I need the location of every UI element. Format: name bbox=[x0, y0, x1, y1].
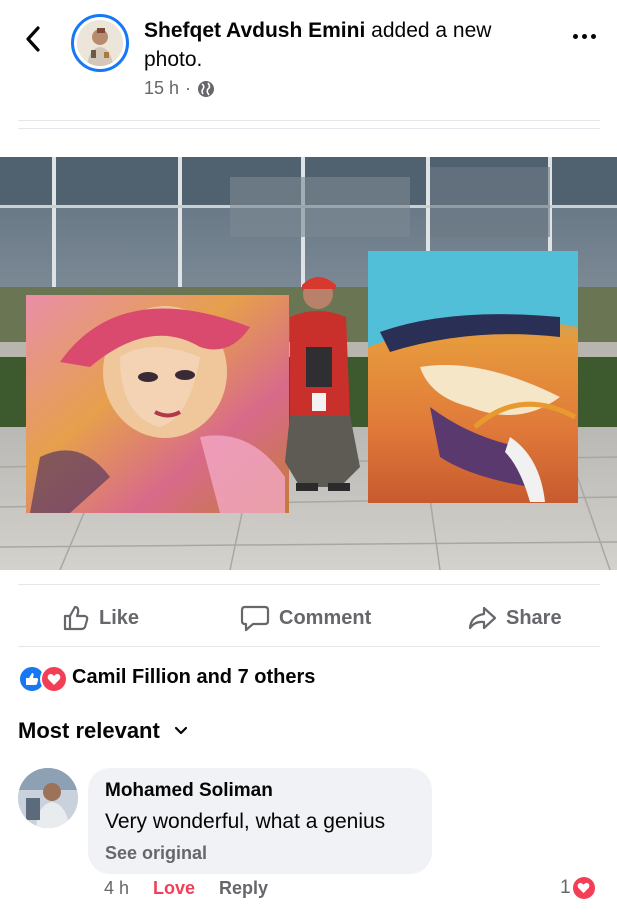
comment-bubble: Mohamed Soliman Very wonderful, what a g… bbox=[88, 768, 432, 874]
comment-love-button[interactable]: Love bbox=[153, 878, 195, 899]
comment-actions: 4 h Love Reply bbox=[104, 878, 268, 899]
speech-bubble-icon bbox=[240, 605, 270, 632]
meta-separator: · bbox=[185, 78, 192, 98]
reactions-text: Camil Fillion and 7 others bbox=[72, 665, 316, 688]
chevron-down-icon bbox=[174, 726, 187, 735]
comment-button[interactable]: Comment bbox=[240, 598, 371, 638]
dot-icon bbox=[572, 33, 578, 39]
comment-text: Very wonderful, what a genius bbox=[105, 810, 386, 833]
dot-icon bbox=[590, 33, 596, 39]
divider bbox=[18, 584, 600, 585]
globe-icon bbox=[198, 80, 215, 97]
divider bbox=[18, 128, 600, 129]
comment-reaction-count[interactable]: 1 bbox=[560, 877, 595, 899]
comment-label: Comment bbox=[279, 606, 372, 629]
post-time[interactable]: 15 h bbox=[144, 78, 179, 99]
comment-time[interactable]: 4 h bbox=[104, 878, 129, 899]
divider bbox=[18, 120, 600, 121]
sort-label: Most relevant bbox=[18, 718, 160, 743]
post-header-text: Shefqet Avdush Emini added a new photo. bbox=[144, 16, 544, 74]
avatar-image bbox=[18, 768, 78, 828]
post-meta: 15 h · bbox=[144, 78, 215, 99]
commenter-name[interactable]: Mohamed Soliman bbox=[105, 778, 415, 804]
author-name[interactable]: Shefqet Avdush Emini bbox=[144, 19, 365, 42]
chevron-left-icon bbox=[26, 26, 40, 52]
post-photo[interactable] bbox=[0, 157, 617, 570]
thumbs-up-icon bbox=[63, 605, 89, 631]
share-button[interactable]: Share bbox=[467, 598, 562, 638]
commenter-avatar[interactable] bbox=[18, 768, 78, 828]
love-reaction-icon bbox=[40, 665, 68, 693]
love-reaction-icon bbox=[572, 877, 595, 899]
author-avatar[interactable] bbox=[71, 14, 129, 72]
divider bbox=[18, 646, 600, 647]
comment-sort-dropdown[interactable]: Most relevant bbox=[18, 718, 188, 744]
like-button[interactable]: Like bbox=[62, 598, 139, 638]
avatar-image bbox=[77, 20, 123, 66]
photo-image bbox=[0, 157, 617, 570]
share-arrow-icon bbox=[468, 606, 497, 630]
comment-reaction-number: 1 bbox=[560, 877, 571, 898]
dot-icon bbox=[581, 33, 587, 39]
reaction-icons bbox=[18, 664, 70, 693]
more-options-button[interactable] bbox=[566, 24, 602, 48]
share-label: Share bbox=[506, 606, 562, 629]
back-button[interactable] bbox=[18, 22, 48, 56]
reactions-summary[interactable]: Camil Fillion and 7 others bbox=[18, 663, 316, 693]
comment-reply-button[interactable]: Reply bbox=[219, 878, 268, 899]
see-original-link[interactable]: See original bbox=[105, 840, 415, 866]
like-label: Like bbox=[99, 606, 140, 629]
